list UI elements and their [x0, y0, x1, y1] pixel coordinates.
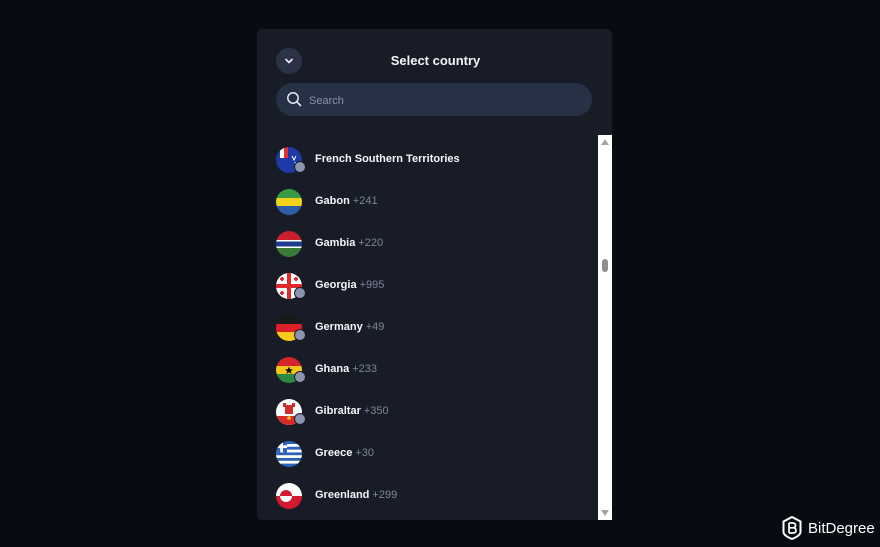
panel-header: Select country — [257, 29, 612, 91]
country-name: Greece — [315, 447, 353, 459]
country-row-french-southern-territories[interactable]: French Southern Territories — [257, 147, 597, 189]
flag-greece-icon — [276, 441, 302, 467]
country-list: French Southern Territories Gabon +241 G… — [257, 137, 597, 520]
scrollbar-thumb[interactable] — [602, 259, 608, 272]
search-icon — [287, 92, 302, 107]
dial-code: +233 — [352, 363, 378, 375]
dial-code: +299 — [372, 489, 398, 501]
country-row-gambia[interactable]: Gambia +220 — [257, 231, 597, 273]
country-row-greenland[interactable]: Greenland +299 — [257, 483, 597, 520]
country-row-ghana[interactable]: Ghana +233 — [257, 357, 597, 399]
flag-greenland-icon — [276, 483, 302, 509]
country-row-greece[interactable]: Greece +30 — [257, 441, 597, 483]
dial-code: +995 — [359, 279, 385, 291]
country-name: Gibraltar — [315, 405, 361, 417]
country-name: Gabon — [315, 195, 350, 207]
country-name: French Southern Territories — [315, 153, 460, 165]
dial-code: +350 — [363, 405, 389, 417]
dial-code: +241 — [352, 195, 378, 207]
country-row-gibraltar[interactable]: Gibraltar +350 — [257, 399, 597, 441]
dial-code: +49 — [365, 321, 385, 333]
badge-icon — [294, 287, 306, 299]
country-name: Ghana — [315, 363, 350, 375]
dial-code: +220 — [358, 237, 384, 249]
country-name: Georgia — [315, 279, 357, 291]
badge-icon — [294, 371, 306, 383]
country-row-gabon[interactable]: Gabon +241 — [257, 189, 597, 231]
page-title: Select country — [390, 53, 481, 68]
brand-name: BitDegree — [808, 519, 875, 537]
list-scrollbar[interactable] — [598, 135, 612, 520]
country-row-germany[interactable]: Germany +49 — [257, 315, 597, 357]
badge-icon — [294, 413, 306, 425]
dial-code: +30 — [355, 447, 374, 459]
search-input[interactable] — [307, 83, 581, 118]
flag-gabon-icon — [276, 189, 302, 215]
scroll-up-arrow-icon[interactable] — [601, 139, 609, 145]
badge-icon — [294, 161, 306, 173]
country-name: Greenland — [315, 489, 370, 501]
country-row-georgia[interactable]: Georgia +995 — [257, 273, 597, 315]
country-select-panel: Select country French Southern Territori… — [257, 29, 612, 520]
flag-gambia-icon — [276, 231, 302, 257]
country-name: Gambia — [315, 237, 356, 249]
bitdegree-logo-icon — [782, 516, 802, 540]
watermark: BitDegree — [782, 516, 875, 540]
scroll-down-arrow-icon[interactable] — [601, 510, 609, 516]
search-box[interactable] — [276, 83, 592, 118]
badge-icon — [294, 329, 306, 341]
country-name: Germany — [315, 321, 363, 333]
